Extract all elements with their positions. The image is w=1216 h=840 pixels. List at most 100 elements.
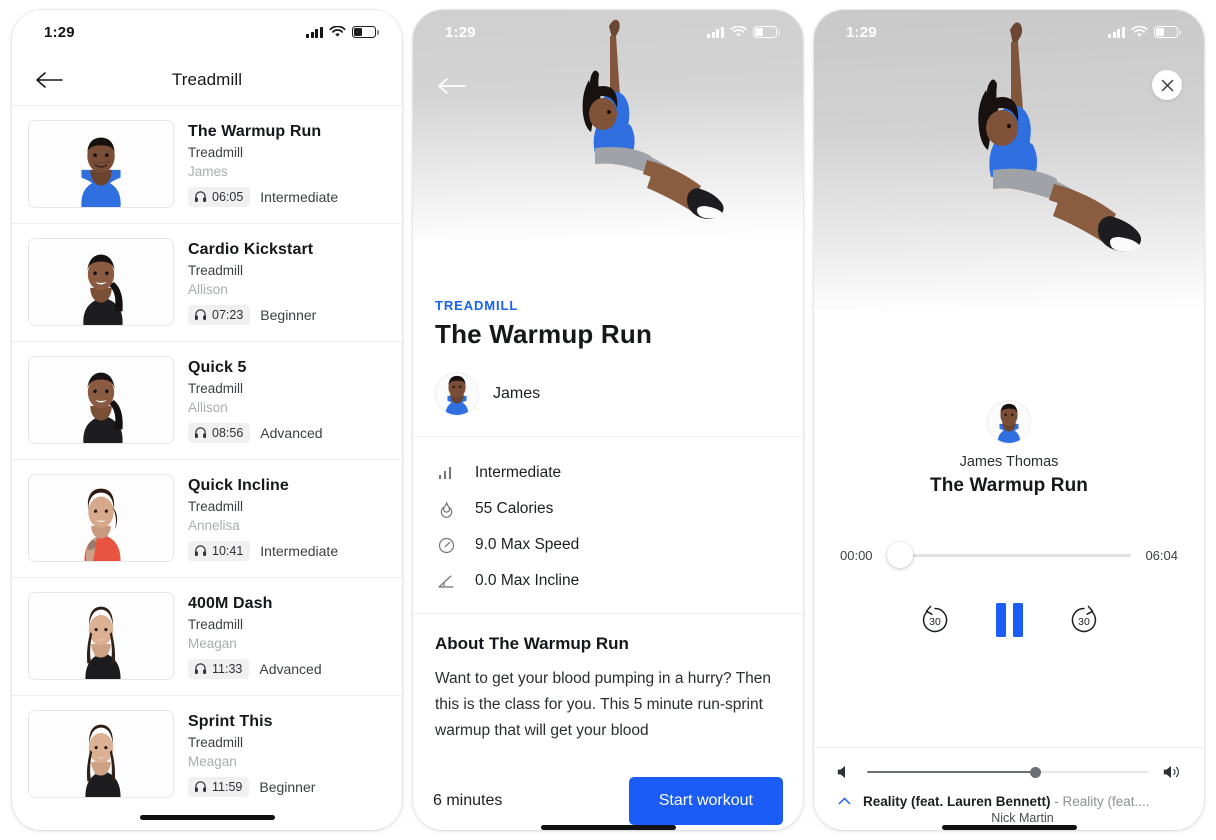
status-bar: 1:29 [413, 10, 803, 54]
class-category: Treadmill [188, 381, 244, 397]
volume-high-icon[interactable] [1162, 764, 1182, 780]
class-info: Quick Incline Treadmill Annelisa 10:41 I… [188, 475, 386, 561]
stat-value: 0.0 Max Incline [475, 572, 580, 589]
svg-text:30: 30 [929, 616, 941, 628]
instructor-row[interactable]: James [435, 372, 781, 416]
list-item[interactable]: Quick 5 Treadmill Allison 08:56 Advanced [12, 342, 402, 460]
duration-badge: 07:23 [188, 304, 251, 325]
phone-player: 1:29 James Thomas The Warmup Run 00:00 0… [814, 10, 1204, 830]
duration-badge: 10:41 [188, 540, 251, 561]
angle-icon [435, 574, 457, 589]
class-level: Advanced [260, 424, 323, 441]
status-icons [707, 26, 780, 38]
stat-calories: 55 Calories [435, 491, 781, 527]
home-indicator-area [433, 825, 783, 830]
home-indicator [139, 814, 275, 820]
class-title: The Warmup Run [188, 123, 322, 141]
volume-track-fill [867, 770, 1036, 774]
class-level: Intermediate [260, 188, 339, 205]
stats-list: Intermediate 55 Calories 9.0 Max Speed 0… [413, 437, 803, 613]
status-bar: 1:29 [12, 10, 402, 54]
class-title: 400M Dash [188, 595, 273, 613]
class-title: Quick 5 [188, 359, 247, 377]
duration-text: 10:41 [212, 543, 244, 558]
duration-text: 11:33 [212, 661, 243, 676]
progress-line [886, 553, 1132, 557]
stat-difficulty: Intermediate [435, 455, 781, 491]
battery-icon [1154, 26, 1181, 38]
class-thumbnail [28, 710, 174, 798]
class-level: Beginner [260, 306, 317, 323]
detail-content: TREADMILL The Warmup Run James Intermedi… [413, 284, 803, 830]
class-meta: 11:33 Advanced [188, 658, 386, 679]
duration-badge: 06:05 [188, 186, 251, 207]
cellular-bars-icon [707, 26, 724, 38]
class-thumbnail [28, 474, 174, 562]
class-thumbnail [28, 120, 174, 208]
status-time: 1:29 [846, 23, 877, 41]
home-indicator-area [12, 804, 402, 830]
list-item[interactable]: The Warmup Run Treadmill James 06:05 Int… [12, 106, 402, 224]
wifi-icon [329, 26, 346, 37]
class-category: Treadmill [188, 145, 244, 161]
class-info: 400M Dash Treadmill Meagan 11:33 Advance… [188, 593, 386, 679]
headphones-icon [194, 427, 207, 439]
home-indicator [941, 825, 1077, 830]
stat-value: 9.0 Max Speed [475, 536, 580, 553]
rewind-30-icon[interactable]: 30 [918, 603, 952, 637]
back-arrow-icon[interactable] [34, 69, 64, 91]
class-title: Sprint This [188, 713, 273, 731]
list-item[interactable]: Sprint This Treadmill Meagan 11:59 Begin… [12, 696, 402, 804]
duration-badge: 11:33 [188, 658, 250, 679]
list-item[interactable]: 400M Dash Treadmill Meagan 11:33 Advance… [12, 578, 402, 696]
class-meta: 10:41 Intermediate [188, 540, 386, 561]
class-level: Advanced [259, 660, 322, 677]
battery-icon [352, 26, 379, 38]
status-bar: 1:29 [814, 10, 1204, 54]
track-subtitle: - Reality (feat.... [1050, 794, 1150, 809]
volume-knob[interactable] [1030, 766, 1042, 778]
list-item[interactable]: Cardio Kickstart Treadmill Allison 07:23 [12, 224, 402, 342]
action-bar: 6 minutes Start workout [413, 765, 803, 830]
stat-value: Intermediate [475, 464, 562, 481]
now-playing-row[interactable]: Reality (feat. Lauren Bennett) - Reality… [836, 780, 1182, 825]
duration-badge: 11:59 [188, 776, 250, 797]
class-meta: 11:59 Beginner [188, 776, 386, 797]
duration-text: 06:05 [212, 189, 244, 204]
back-arrow-icon[interactable] [435, 74, 467, 98]
close-icon[interactable] [1152, 70, 1182, 100]
avatar [435, 372, 479, 416]
class-instructor: Allison [188, 400, 228, 416]
class-category: Treadmill [188, 617, 244, 633]
total-time: 06:04 [1145, 547, 1178, 563]
hero-image [814, 10, 1204, 310]
status-time: 1:29 [445, 23, 476, 41]
volume-low-icon[interactable] [836, 764, 853, 780]
start-workout-button[interactable]: Start workout [628, 777, 783, 825]
status-time: 1:29 [44, 23, 75, 41]
chevron-up-icon[interactable] [836, 794, 853, 805]
player-meta: James Thomas The Warmup Run [814, 354, 1204, 497]
status-icons [1108, 26, 1181, 38]
track-title: Reality (feat. Lauren Bennett) [863, 794, 1051, 809]
volume-slider[interactable] [867, 764, 1148, 780]
progress-track[interactable] [886, 542, 1132, 568]
class-info: Cardio Kickstart Treadmill Allison 07:23 [188, 239, 386, 325]
list-item[interactable]: Quick Incline Treadmill Annelisa 10:41 I… [12, 460, 402, 578]
progress-knob[interactable] [886, 542, 913, 568]
music-section: Reality (feat. Lauren Bennett) - Reality… [814, 747, 1204, 830]
instructor-name: James Thomas [959, 454, 1059, 470]
track-artist: Nick Martin [991, 811, 1054, 825]
forward-30-icon[interactable]: 30 [1067, 603, 1101, 637]
wifi-icon [730, 26, 747, 37]
player-body: James Thomas The Warmup Run 00:00 06:04 … [814, 354, 1204, 830]
cellular-bars-icon [306, 26, 323, 38]
pause-icon[interactable] [995, 603, 1023, 637]
flame-icon [435, 501, 457, 518]
elapsed-time: 00:00 [840, 547, 873, 563]
home-indicator [540, 825, 676, 830]
class-thumbnail [28, 238, 174, 326]
phone-class-list: 1:29 Treadmill The Warmup Run Treadmill … [12, 10, 402, 830]
class-list: The Warmup Run Treadmill James 06:05 Int… [12, 106, 402, 804]
cellular-bars-icon [1108, 26, 1125, 38]
